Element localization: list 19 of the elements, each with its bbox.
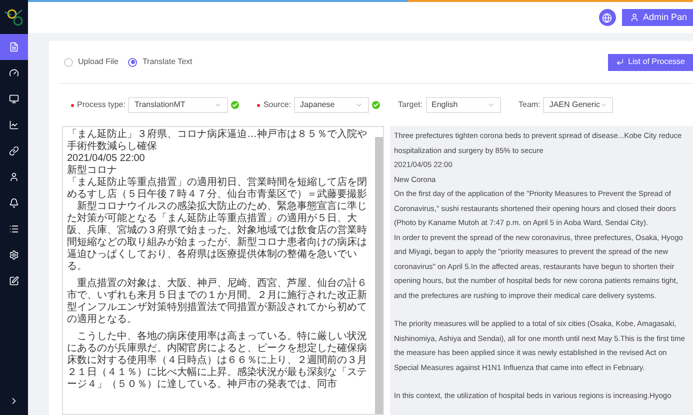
field-label: Target: — [398, 99, 423, 111]
radio-option[interactable]: Translate Text — [128, 56, 192, 68]
source-paragraph: 2021/04/05 22:00 — [67, 153, 146, 164]
field-label: Process type: — [77, 99, 126, 111]
source-paragraph: 新型コロナ — [67, 165, 118, 176]
select-field[interactable]: TranslationMT — [128, 97, 228, 113]
list-processes-button[interactable]: List of Processe — [608, 54, 693, 70]
source-paragraph: こうした中、各地の病床使用率は高まっている。特に厳しい状況にあるのが兵庫県だ。内閣官房によると、ピークを想定した確保病床数に対する使用率（４日時点）は６６％に上り、２週間前の３月２１日（４１％）に比べ大幅に上昇。感染状況が最も深刻な「ステージ４」（５０％）に達している。神戸市の発表では、同市 — [67, 331, 368, 391]
source-paragraph: 重点措置の対象は、大阪、神戸、尼崎、西宮、芦屋、仙台の計６市で、いずれも来月５日までの１か月間。２月に施行された改正新型インフルエンザ対策特別措置法で同措置が新設されてから初めての適用となる。 — [67, 278, 368, 326]
admin-panel-button[interactable]: Admin Pan — [622, 9, 693, 26]
select-field[interactable]: English — [426, 97, 501, 113]
source-paragraph: 「まん延防止」３府県、コロナ病床逼迫…神戸市は８５％で入院や手術件数減らし確保 — [67, 129, 368, 153]
radio-option[interactable]: Upload File — [64, 56, 118, 68]
field-label: Team: — [518, 99, 540, 111]
select-field[interactable]: JAEN Generic — [543, 97, 614, 113]
source-paragraph: 新型コロナウイルスの感染拡大防止のため、緊急事態宣言に準じた対策が可能となる「まん延防止等重点措置」の適用が５日、大阪、兵庫、宮城の３府県で始まった。対象地域では飲食店の営業時間短縮などの取り組みが始まったが、新型コロナ患者向けの病床は逼迫ひっぱくしており、各府県は医療提供体制の整備を急いでいる。 — [67, 201, 368, 273]
field-label: Source: — [263, 99, 292, 111]
select-field[interactable]: Japanese — [294, 97, 370, 113]
source-paragraph: 「まん延防止等重点措置」の適用初日、営業時間を短縮して店を閉めるすし店（５日午後７時４７分、仙台市青葉区で）＝武藤要撮影 — [67, 177, 368, 200]
